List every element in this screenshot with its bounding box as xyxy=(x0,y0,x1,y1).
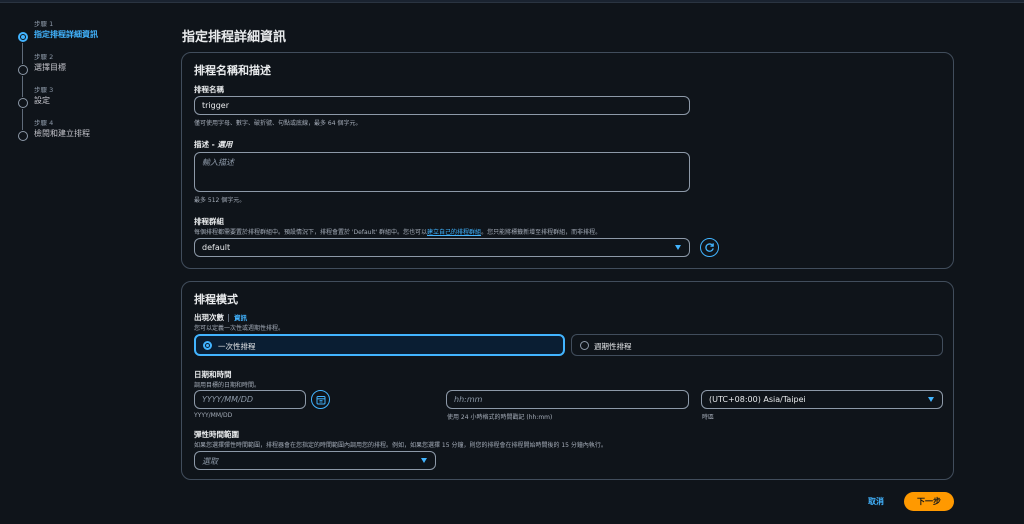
radio-selected-icon xyxy=(203,341,212,350)
radio-icon xyxy=(580,341,589,350)
flex-window-value: 選取 xyxy=(202,457,218,466)
info-link[interactable]: 資訊 xyxy=(228,314,247,322)
step-number: 步驟 3 xyxy=(34,86,54,94)
schedule-pattern-panel: 排程模式 出現次數 資訊 您可以定義一次性或週期性排程。 一次性排程 週期性排程 … xyxy=(181,281,954,480)
step-1[interactable]: 步驟 1 指定排程詳細資訊 xyxy=(14,20,164,64)
step-label: 檢閱和建立排程 xyxy=(34,129,90,138)
occurrence-hint: 您可以定義一次性或週期性排程。 xyxy=(194,325,285,332)
flex-window-select[interactable]: 選取 xyxy=(194,451,436,470)
cancel-button[interactable]: 取消 xyxy=(868,496,884,507)
date-input[interactable]: YYYY/MM/DD xyxy=(194,390,306,409)
step-3[interactable]: 步驟 3 設定 xyxy=(14,86,164,130)
timezone-hint: 時區 xyxy=(702,414,715,421)
step-indicator-icon xyxy=(18,131,28,141)
timezone-select[interactable]: (UTC+08:00) Asia/Taipei xyxy=(701,390,943,409)
date-format-hint: YYYY/MM/DD xyxy=(194,412,233,419)
one-time-option[interactable]: 一次性排程 xyxy=(194,334,565,356)
time-input[interactable]: hh:mm xyxy=(446,390,689,409)
panel-title: 排程模式 xyxy=(194,293,238,306)
flex-window-hint: 如果您選擇彈性時間範圍，排程器會在您指定的時間範圍內調用您的排程。例如，如果您選… xyxy=(194,442,607,449)
schedule-name-input[interactable]: trigger xyxy=(194,96,690,115)
option-label: 週期性排程 xyxy=(594,342,632,351)
time-hint: 使用 24 小時格式的時間戳記 (hh:mm) xyxy=(447,414,553,421)
schedule-group-select[interactable]: default xyxy=(194,238,690,257)
datetime-label: 日期和時間 xyxy=(194,370,232,379)
chevron-down-icon xyxy=(675,245,681,250)
name-label: 排程名稱 xyxy=(194,85,224,94)
group-select-value: default xyxy=(202,243,231,252)
chevron-down-icon xyxy=(928,397,934,402)
step-indicator-icon xyxy=(18,98,28,108)
step-number: 步驟 2 xyxy=(34,53,54,61)
top-bar xyxy=(0,0,1024,3)
option-label: 一次性排程 xyxy=(218,342,256,351)
schedule-name-panel: 排程名稱和描述 排程名稱 trigger 僅可使用字母、數字、破折號、句點或底線… xyxy=(181,52,954,269)
calendar-button[interactable] xyxy=(311,390,330,409)
recurring-option[interactable]: 週期性排程 xyxy=(571,334,943,356)
step-number: 步驟 4 xyxy=(34,119,54,127)
step-indicator-icon xyxy=(18,32,28,42)
occurrence-label: 出現次數 資訊 xyxy=(194,313,247,322)
refresh-icon xyxy=(705,243,714,252)
create-group-link[interactable]: 建立自己的排程群組 xyxy=(427,229,481,236)
flex-window-label: 彈性時間範圍 xyxy=(194,430,239,439)
wizard-steps: 步驟 1 指定排程詳細資訊 步驟 2 選擇目標 步驟 3 設定 步驟 4 檢閱和… xyxy=(14,20,164,152)
next-button[interactable]: 下一步 xyxy=(904,492,954,511)
description-label: 描述 - 選用 xyxy=(194,140,233,149)
group-hint: 每個排程都需要置於排程群組中。預設情況下，排程會置於 'Default' 群組中… xyxy=(194,229,602,236)
timezone-value: (UTC+08:00) Asia/Taipei xyxy=(709,395,806,404)
step-label: 指定排程詳細資訊 xyxy=(34,30,98,39)
description-hint: 最多 512 個字元。 xyxy=(194,197,246,204)
step-label: 選擇目標 xyxy=(34,63,66,72)
refresh-button[interactable] xyxy=(700,238,719,257)
group-label: 排程群組 xyxy=(194,217,224,226)
panel-title: 排程名稱和描述 xyxy=(194,64,271,77)
step-label: 設定 xyxy=(34,96,50,105)
datetime-hint: 調用目標的日期和時間。 xyxy=(194,382,261,389)
step-4[interactable]: 步驟 4 檢閱和建立排程 xyxy=(14,119,164,152)
name-hint: 僅可使用字母、數字、破折號、句點或底線，最多 64 個字元。 xyxy=(194,120,362,127)
description-textarea[interactable]: 輸入描述 xyxy=(194,152,690,192)
calendar-icon xyxy=(316,395,325,404)
step-2[interactable]: 步驟 2 選擇目標 xyxy=(14,53,164,97)
step-indicator-icon xyxy=(18,65,28,75)
page-title: 指定排程詳細資訊 xyxy=(182,30,287,45)
step-number: 步驟 1 xyxy=(34,20,54,28)
chevron-down-icon xyxy=(421,458,427,463)
